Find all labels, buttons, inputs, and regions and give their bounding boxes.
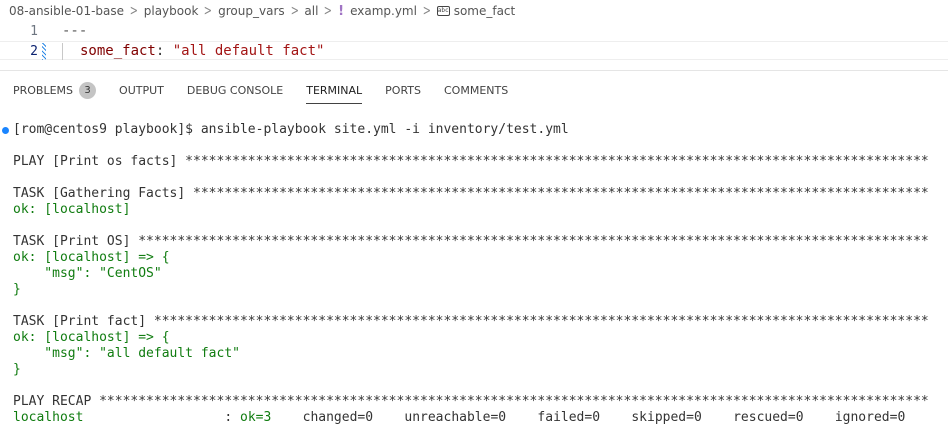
- bottom-panel: PROBLEMS 3 OUTPUT DEBUG CONSOLE TERMINAL…: [0, 70, 948, 431]
- terminal-task-header: TASK [Print OS] ************************…: [13, 234, 929, 249]
- yaml-entry: some_fact: "all default fact": [80, 42, 324, 61]
- string-symbol-icon: abc: [436, 6, 450, 16]
- terminal-recap-row: localhost : ok=3 changed=0 unreachable=0…: [13, 410, 905, 426]
- terminal-output[interactable]: [rom@centos9 playbook]$ ansible-playbook…: [0, 122, 948, 431]
- recap-separator: :: [83, 410, 240, 425]
- editor-line-active[interactable]: 2 some_fact: "all default fact": [0, 41, 948, 60]
- breadcrumb: 08-ansible-01-base > playbook > group_va…: [0, 0, 948, 22]
- terminal-task-result: ok: [localhost] => {: [13, 330, 170, 345]
- terminal-command-line: [rom@centos9 playbook]$ ansible-playbook…: [13, 122, 569, 137]
- breadcrumb-file-label: examp.yml: [350, 4, 417, 18]
- terminal-task-header: TASK [Print fact] **********************…: [13, 314, 929, 329]
- editor-line[interactable]: 1 ---: [0, 22, 948, 41]
- yaml-file-icon: !: [338, 3, 345, 19]
- tab-ports[interactable]: PORTS: [385, 78, 421, 104]
- line-number: 2: [30, 44, 38, 59]
- tab-label: PROBLEMS: [13, 84, 74, 97]
- tab-terminal[interactable]: TERMINAL: [306, 78, 362, 104]
- yaml-key: some_fact: [80, 43, 156, 59]
- breadcrumb-folder-playbook[interactable]: playbook: [144, 4, 199, 18]
- breadcrumb-file[interactable]: ! examp.yml: [338, 4, 417, 19]
- chevron-right-icon: >: [324, 3, 333, 19]
- panel-tabs: PROBLEMS 3 OUTPUT DEBUG CONSOLE TERMINAL…: [0, 71, 531, 110]
- tab-output[interactable]: OUTPUT: [119, 78, 164, 104]
- terminal-task-close: }: [13, 282, 21, 297]
- yaml-document-start: ---: [62, 23, 88, 39]
- breadcrumb-symbol[interactable]: abc some_fact: [436, 4, 516, 18]
- breadcrumb-symbol-label: some_fact: [453, 4, 516, 18]
- terminal-task-close: }: [13, 362, 21, 377]
- yaml-colon: :: [155, 43, 173, 59]
- chevron-right-icon: >: [290, 3, 299, 19]
- terminal-task-msg: "msg": "CentOS": [13, 266, 162, 281]
- chevron-right-icon: >: [129, 3, 138, 19]
- tab-comments[interactable]: COMMENTS: [444, 78, 508, 104]
- terminal-recap-header: PLAY RECAP *****************************…: [13, 394, 929, 409]
- terminal-task-header: TASK [Gathering Facts] *****************…: [13, 186, 929, 201]
- modified-line-marker: [42, 43, 46, 60]
- terminal-task-msg: "msg": "all default fact": [13, 346, 240, 361]
- breadcrumb-folder-group-vars[interactable]: group_vars: [218, 4, 285, 18]
- code-editor[interactable]: 1 --- 2 some_fact: "all default fact": [0, 22, 948, 63]
- chevron-right-icon: >: [422, 3, 431, 19]
- terminal-task-result: ok: [localhost]: [13, 202, 131, 217]
- problems-count-badge: 3: [79, 82, 97, 99]
- terminal-play-header: PLAY [Print os facts] ******************…: [13, 154, 929, 169]
- tab-debug-console[interactable]: DEBUG CONSOLE: [187, 78, 283, 104]
- yaml-value: "all default fact": [172, 43, 325, 59]
- breadcrumb-folder-root[interactable]: 08-ansible-01-base: [9, 4, 124, 18]
- tab-problems[interactable]: PROBLEMS 3: [13, 78, 97, 104]
- recap-host: localhost: [13, 410, 84, 425]
- breadcrumb-folder-all[interactable]: all: [304, 4, 318, 18]
- command-decoration-icon[interactable]: [2, 127, 9, 134]
- recap-stats: changed=0 unreachable=0 failed=0 skipped…: [271, 410, 906, 425]
- terminal-task-result: ok: [localhost] => {: [13, 250, 170, 265]
- chevron-right-icon: >: [204, 3, 213, 19]
- indent-guide: [62, 43, 63, 60]
- recap-ok: ok=3: [240, 410, 272, 425]
- line-number: 1: [30, 24, 38, 39]
